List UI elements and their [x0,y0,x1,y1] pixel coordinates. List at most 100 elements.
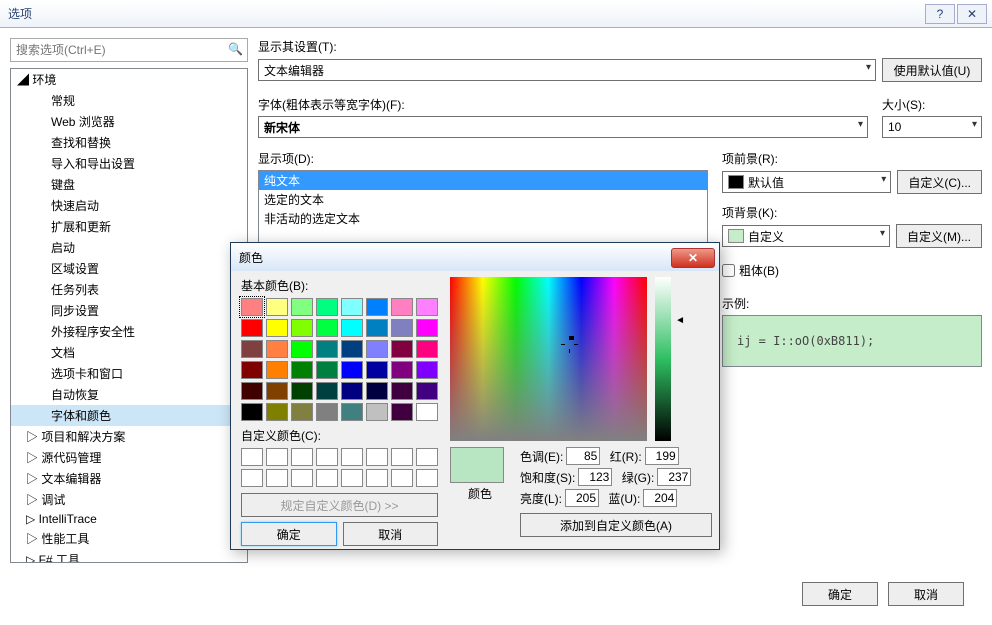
tree-item[interactable]: 常规 [11,90,247,111]
item-bg-select[interactable]: 自定义 [722,225,890,247]
color-swatch[interactable] [316,361,338,379]
custom-color-slot[interactable] [341,469,363,487]
color-swatch[interactable] [416,298,438,316]
color-swatch[interactable] [241,298,263,316]
color-swatch[interactable] [416,361,438,379]
color-cancel-button[interactable]: 取消 [343,522,439,546]
tree-item[interactable]: 查找和替换 [11,132,247,153]
tree-item[interactable]: 导入和导出设置 [11,153,247,174]
custom-bg-button[interactable]: 自定义(M)... [896,224,982,248]
tree-item[interactable]: 外接程序安全性 [11,321,247,342]
tree-group[interactable]: ▷ 性能工具 [11,528,247,549]
options-tree[interactable]: ◢ 环境常规Web 浏览器查找和替换导入和导出设置键盘快速启动扩展和更新启动区域… [10,68,248,563]
custom-color-slot[interactable] [241,469,263,487]
tree-group[interactable]: ▷ F# 工具 [11,549,247,563]
custom-color-slot[interactable] [266,469,288,487]
color-swatch[interactable] [391,319,413,337]
search-icon[interactable]: 🔍 [228,42,243,56]
custom-color-slot[interactable] [291,448,313,466]
color-swatch[interactable] [241,319,263,337]
list-item[interactable]: 非活动的选定文本 [259,209,707,228]
tree-item[interactable]: 自动恢复 [11,384,247,405]
custom-color-slot[interactable] [391,448,413,466]
custom-color-slot[interactable] [316,448,338,466]
color-swatch[interactable] [416,382,438,400]
color-swatch[interactable] [291,403,313,421]
color-swatch[interactable] [341,298,363,316]
custom-color-slot[interactable] [366,448,388,466]
show-settings-select[interactable]: 文本编辑器 [258,59,876,81]
color-swatch[interactable] [266,298,288,316]
color-swatch[interactable] [366,403,388,421]
color-swatch[interactable] [391,340,413,358]
color-swatch[interactable] [291,298,313,316]
hue-input[interactable] [566,447,600,465]
custom-color-slot[interactable] [291,469,313,487]
tree-item[interactable]: 区域设置 [11,258,247,279]
custom-color-slot[interactable] [416,448,438,466]
add-custom-color-button[interactable]: 添加到自定义颜色(A) [520,513,712,537]
custom-color-slot[interactable] [416,469,438,487]
tree-item[interactable]: 扩展和更新 [11,216,247,237]
color-swatch[interactable] [291,361,313,379]
display-items-list[interactable]: 纯文本选定的文本非活动的选定文本 [258,170,708,245]
tree-group[interactable]: ▷ IntelliTrace [11,510,247,528]
color-swatch[interactable] [341,403,363,421]
color-swatch[interactable] [316,340,338,358]
color-swatch[interactable] [391,361,413,379]
color-swatch[interactable] [291,382,313,400]
custom-color-slot[interactable] [391,469,413,487]
search-input[interactable] [10,38,248,62]
color-dialog-close-button[interactable]: ✕ [671,248,715,268]
tree-item[interactable]: 快速启动 [11,195,247,216]
color-swatch[interactable] [341,319,363,337]
color-swatch[interactable] [316,382,338,400]
color-swatch[interactable] [291,340,313,358]
color-swatch[interactable] [366,382,388,400]
custom-color-slot[interactable] [366,469,388,487]
list-item[interactable]: 选定的文本 [259,190,707,209]
item-fg-select[interactable]: 默认值 [722,171,891,193]
luminance-slider[interactable] [655,277,671,441]
ok-button[interactable]: 确定 [802,582,878,606]
color-swatch[interactable] [241,361,263,379]
tree-item[interactable]: 选项卡和窗口 [11,363,247,384]
color-swatch[interactable] [341,361,363,379]
color-swatch[interactable] [316,319,338,337]
color-swatch[interactable] [241,403,263,421]
tree-item[interactable]: 任务列表 [11,279,247,300]
color-swatch[interactable] [266,403,288,421]
color-swatch[interactable] [241,340,263,358]
custom-fg-button[interactable]: 自定义(C)... [897,170,982,194]
font-select[interactable]: 新宋体 [258,116,868,138]
color-swatch[interactable] [366,298,388,316]
color-swatch[interactable] [266,319,288,337]
tree-item[interactable]: 同步设置 [11,300,247,321]
use-defaults-button[interactable]: 使用默认值(U) [882,58,982,82]
lum-input[interactable] [565,489,599,507]
color-swatch[interactable] [416,403,438,421]
color-swatch[interactable] [266,382,288,400]
tree-group[interactable]: ▷ 源代码管理 [11,447,247,468]
bold-checkbox[interactable] [722,264,735,277]
custom-color-slot[interactable] [341,448,363,466]
sat-input[interactable] [578,468,612,486]
color-swatch[interactable] [341,382,363,400]
color-swatch[interactable] [266,361,288,379]
red-input[interactable] [645,447,679,465]
list-item[interactable]: 纯文本 [259,171,707,190]
custom-color-slot[interactable] [316,469,338,487]
color-swatch[interactable] [366,319,388,337]
tree-group[interactable]: ▷ 文本编辑器 [11,468,247,489]
color-swatch[interactable] [316,403,338,421]
color-swatch[interactable] [316,298,338,316]
color-swatch[interactable] [266,340,288,358]
color-swatch[interactable] [366,361,388,379]
tree-item[interactable]: 启动 [11,237,247,258]
help-button[interactable]: ? [925,4,955,24]
color-swatch[interactable] [391,382,413,400]
cancel-button[interactable]: 取消 [888,582,964,606]
color-swatch[interactable] [241,382,263,400]
color-swatch[interactable] [366,340,388,358]
color-swatch[interactable] [416,319,438,337]
